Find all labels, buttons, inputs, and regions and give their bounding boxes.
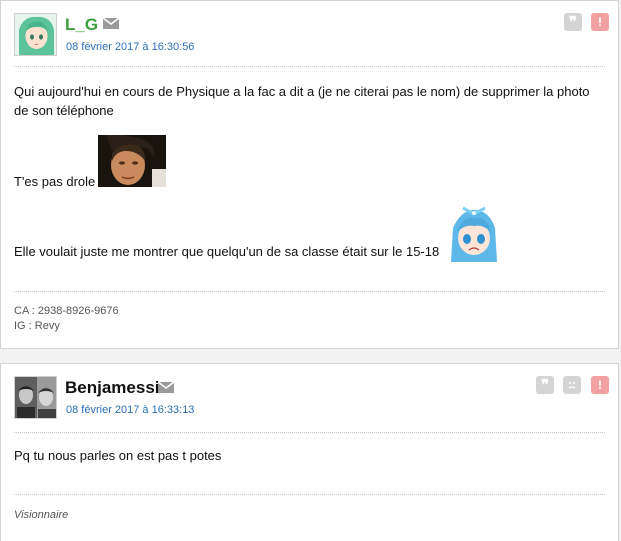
message-line: T'es pas drole [14, 174, 96, 189]
mail-icon[interactable] [158, 382, 174, 393]
anime-sticker[interactable] [443, 206, 505, 262]
avatar[interactable] [14, 13, 57, 56]
avatar[interactable] [14, 376, 57, 419]
forum-post: Benjamessi 08 février 2017 à 16:33:13 ❞ … [0, 363, 619, 541]
report-icon[interactable]: ! [591, 376, 609, 394]
quote-icon[interactable]: ❞ [564, 13, 582, 31]
divider [14, 66, 605, 67]
signature-line: CA : 2938-8926-9676 [14, 305, 119, 317]
smiley-icon[interactable] [563, 376, 581, 394]
message-line: Elle voulait juste me montrer que quelqu… [14, 244, 440, 259]
message-line: Qui aujourd'hui en cours de Physique a l… [14, 84, 590, 99]
signature-line: IG : Revy [14, 320, 60, 332]
post-date[interactable]: 08 février 2017 à 16:33:13 [66, 404, 194, 416]
signature-line: Visionnaire [14, 509, 69, 521]
embedded-photo[interactable] [98, 135, 166, 187]
divider [14, 432, 605, 433]
author-name[interactable]: L_G [65, 15, 98, 35]
quote-icon[interactable]: ❞ [536, 376, 554, 394]
mail-icon[interactable] [103, 18, 119, 29]
divider [14, 291, 605, 292]
message-line: de son téléphone [14, 103, 114, 118]
forum-post: L_G 08 février 2017 à 16:30:56 ❞ ! Qui a… [0, 0, 619, 349]
author-name[interactable]: Benjamessi [65, 378, 160, 398]
post-date[interactable]: 08 février 2017 à 16:30:56 [66, 41, 194, 53]
divider [14, 494, 605, 495]
message-line: Pq tu nous parles on est pas t potes [14, 448, 222, 463]
report-icon[interactable]: ! [591, 13, 609, 31]
